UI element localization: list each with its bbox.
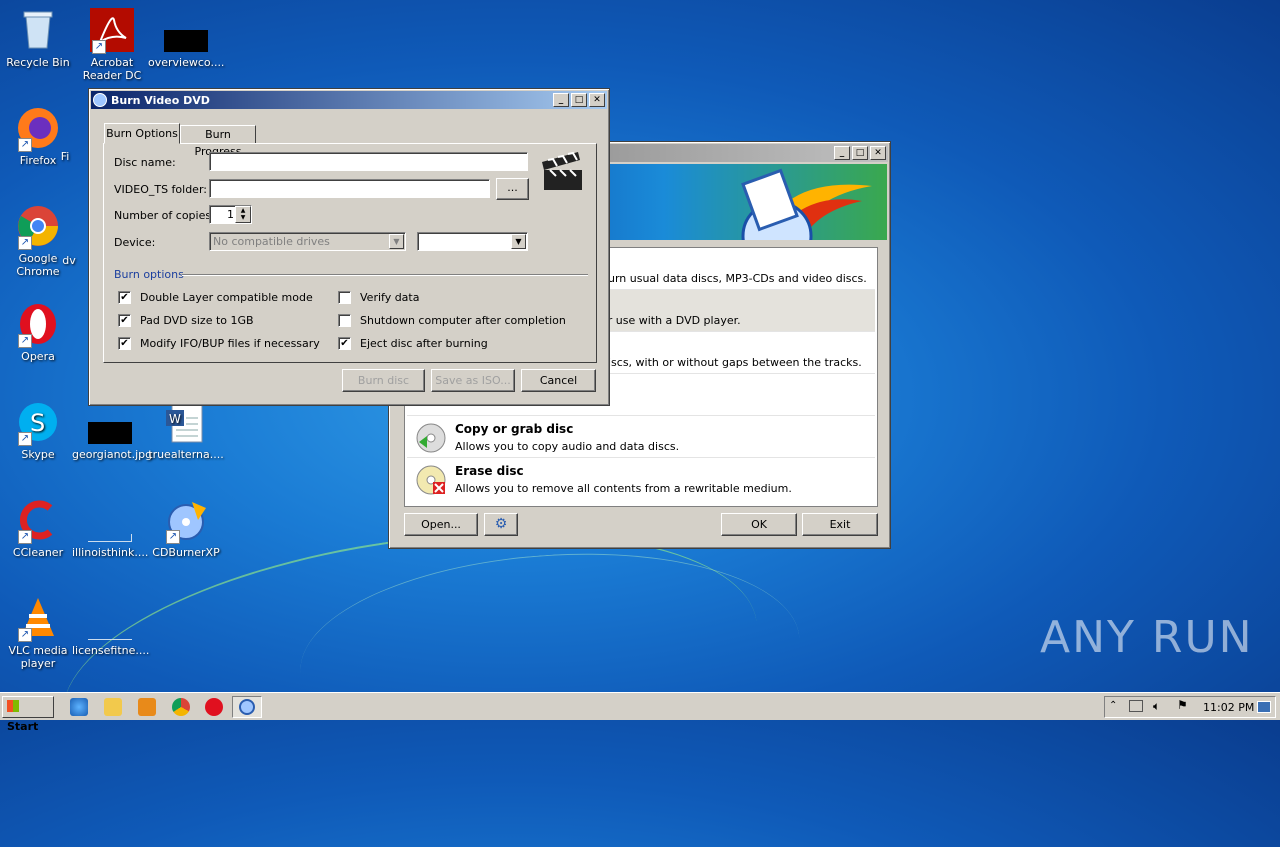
- file-icon: [164, 8, 208, 52]
- checkbox-check-icon: ✔: [118, 337, 131, 350]
- desktop-icon-vlc[interactable]: ↗ VLC media player: [0, 596, 76, 670]
- start-button[interactable]: Start: [2, 696, 54, 733]
- maximize-button[interactable]: □: [852, 146, 868, 160]
- exit-button[interactable]: Exit: [802, 513, 878, 536]
- desktop-icon-cdburnerxp[interactable]: ↗ CDBurnerXP: [148, 498, 224, 559]
- minimize-button[interactable]: _: [553, 93, 569, 107]
- recycle-bin-icon: [16, 8, 60, 52]
- cdburnerxp-icon: [239, 699, 255, 715]
- volume-icon[interactable]: 🔈︎: [1153, 699, 1160, 714]
- burn-options-group-label: Burn options: [114, 268, 184, 281]
- image-file-icon: [88, 400, 132, 444]
- firefox-icon: ↗: [16, 106, 60, 152]
- shutdown-checkbox[interactable]: Shutdown computer after completion: [338, 314, 566, 327]
- disc-name-label: Disc name:: [114, 156, 176, 169]
- tab-burn-options[interactable]: Burn Options: [104, 123, 180, 144]
- action-center-flag-icon[interactable]: ⚑: [1177, 698, 1188, 712]
- double-layer-checkbox[interactable]: ✔ Double Layer compatible mode: [118, 291, 313, 304]
- tab-burn-progress[interactable]: Burn Progress: [180, 125, 256, 158]
- gear-icon: ⚙: [494, 516, 508, 532]
- verify-data-checkbox[interactable]: Verify data: [338, 291, 419, 304]
- cdburnerxp-small-icon: [93, 93, 107, 107]
- checkbox-check-icon: ✔: [338, 337, 351, 350]
- desktop-icon-acrobat[interactable]: ↗ Acrobat Reader DC: [74, 8, 150, 82]
- speed-select[interactable]: ▼: [417, 232, 528, 251]
- list-item-copy-disc[interactable]: Copy or grab disc Allows you to copy aud…: [407, 416, 875, 458]
- show-hidden-icons-icon[interactable]: ⌃: [1109, 700, 1117, 711]
- pad-dvd-checkbox[interactable]: ✔ Pad DVD size to 1GB: [118, 314, 254, 327]
- group-divider: [182, 274, 588, 276]
- copy-disc-icon: [416, 423, 446, 453]
- checkbox-check-icon: ✔: [118, 314, 131, 327]
- network-icon[interactable]: [1129, 700, 1143, 712]
- copies-spin-buttons[interactable]: ▲ ▼: [235, 206, 251, 223]
- desktop-icon-skype[interactable]: S ↗ Skype: [0, 400, 76, 461]
- dialog-title-bar: Burn Video DVD _ □ ✕: [91, 91, 607, 109]
- chrome-icon: ↗: [16, 204, 60, 250]
- dialog-title: Burn Video DVD: [111, 93, 210, 107]
- eject-disc-checkbox[interactable]: ✔ Eject disc after burning: [338, 337, 488, 350]
- device-select[interactable]: No compatible drives ▼: [209, 232, 406, 251]
- cdburnerxp-logo-icon: [741, 168, 872, 240]
- minimize-button[interactable]: _: [834, 146, 850, 160]
- opera-icon: ↗: [16, 302, 60, 348]
- desktop-icon-fi[interactable]: Fi: [50, 150, 80, 163]
- close-button[interactable]: ✕: [589, 93, 605, 107]
- desktop-icon-licensefitne[interactable]: licensefitne....: [72, 596, 149, 657]
- ccleaner-icon: ↗: [16, 498, 60, 544]
- desktop-icon-illinoisthink[interactable]: illinoisthink....: [72, 498, 148, 559]
- erase-disc-icon: [416, 465, 446, 495]
- chevron-down-icon: ▼: [511, 234, 526, 249]
- acrobat-icon: ↗: [90, 8, 134, 54]
- disc-name-input[interactable]: [209, 152, 528, 171]
- windows-logo-icon: [7, 700, 19, 712]
- device-label: Device:: [114, 236, 156, 249]
- ok-button[interactable]: OK: [721, 513, 797, 536]
- cdburnerxp-icon: ↗: [164, 498, 208, 544]
- modify-ifo-checkbox[interactable]: ✔ Modify IFO/BUP files if necessary: [118, 337, 320, 350]
- file-icon: [88, 498, 132, 542]
- opera-taskbar-icon[interactable]: [205, 698, 223, 716]
- burn-video-dvd-dialog: Burn Video DVD _ □ ✕ Burn Options Burn P…: [88, 88, 610, 406]
- system-tray: ⌃ 🔈︎ ⚑ 11:02 PM: [1104, 696, 1276, 718]
- chrome-taskbar-icon[interactable]: [172, 698, 190, 716]
- skype-icon: S ↗: [16, 400, 60, 446]
- video-ts-input[interactable]: [209, 179, 490, 198]
- save-as-iso-button[interactable]: Save as ISO...: [431, 369, 515, 392]
- desktop-icon-overview[interactable]: overviewco....: [148, 8, 224, 69]
- tab-panel: Disc name: VIDEO_TS folder: ... Number o…: [103, 143, 597, 363]
- file-explorer-icon[interactable]: [104, 698, 122, 716]
- taskbar: Start ⌃ 🔈︎ ⚑ 11:02 PM: [0, 692, 1280, 733]
- video-ts-label: VIDEO_TS folder:: [114, 183, 207, 196]
- svg-text:S: S: [30, 409, 45, 437]
- maximize-button[interactable]: □: [571, 93, 587, 107]
- internet-explorer-icon[interactable]: [70, 698, 88, 716]
- burn-disc-button[interactable]: Burn disc: [342, 369, 425, 392]
- cdburnerxp-taskbar-button[interactable]: [232, 696, 262, 718]
- cancel-button[interactable]: Cancel: [521, 369, 596, 392]
- list-item-erase-disc[interactable]: Erase disc Allows you to remove all cont…: [407, 458, 875, 500]
- settings-button[interactable]: ⚙: [484, 513, 518, 536]
- desktop-icon-opera[interactable]: ↗ Opera: [0, 302, 76, 363]
- word-doc-icon: W: [164, 400, 208, 444]
- clock[interactable]: 11:02 PM: [1203, 701, 1254, 714]
- clapperboard-icon: [542, 151, 582, 190]
- anyrun-watermark: ANY RUN: [1040, 612, 1254, 663]
- chevron-down-icon: ▼: [389, 234, 404, 249]
- file-icon: [88, 596, 132, 640]
- close-button[interactable]: ✕: [870, 146, 886, 160]
- desktop-icon-dv[interactable]: dv: [54, 254, 84, 267]
- vlc-icon: ↗: [16, 596, 60, 642]
- media-player-icon[interactable]: [138, 698, 156, 716]
- svg-text:W: W: [169, 412, 181, 426]
- desktop-icon-georgianot[interactable]: georgianot.jpg: [72, 400, 152, 461]
- show-desktop-icon[interactable]: [1257, 701, 1271, 713]
- open-button[interactable]: Open...: [404, 513, 478, 536]
- checkbox-check-icon: ✔: [118, 291, 131, 304]
- copies-label: Number of copies:: [114, 209, 215, 222]
- desktop-icon-truealterna[interactable]: W truealterna....: [148, 400, 224, 461]
- desktop-icon-recycle-bin[interactable]: Recycle Bin: [0, 8, 76, 69]
- browse-button[interactable]: ...: [496, 178, 529, 200]
- desktop-icon-ccleaner[interactable]: ↗ CCleaner: [0, 498, 76, 559]
